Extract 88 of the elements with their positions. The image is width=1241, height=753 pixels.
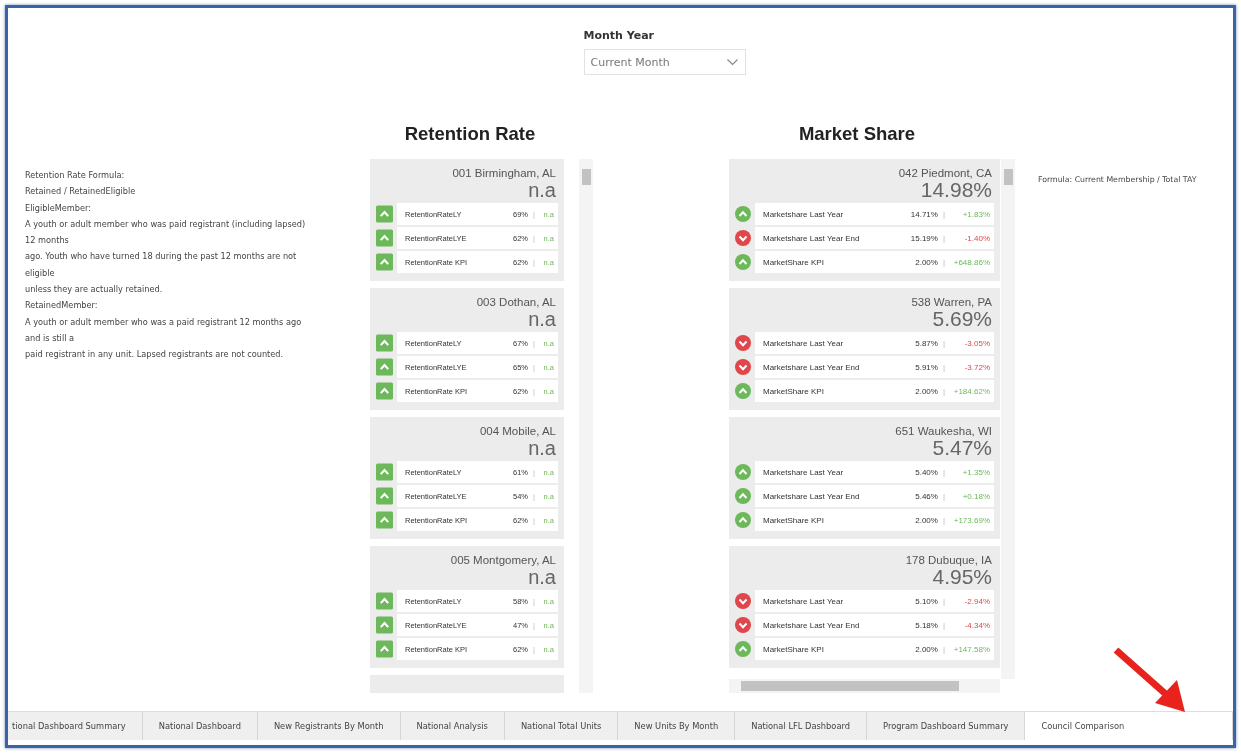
metric-value: 2.00% (915, 386, 938, 396)
metric-change: -1.40% (963, 233, 990, 243)
annotation-arrow (1113, 647, 1185, 712)
metric-label: MarketShare KPI (763, 386, 825, 396)
metric-value: 5.87% (915, 338, 938, 348)
card-title: 538 Warren, PA (910, 296, 993, 308)
card-title: 651 Waukesha, WI (894, 425, 993, 437)
metric-change: +1.35% (961, 467, 990, 477)
separator-text: | (942, 515, 945, 525)
kpi-value: n.a (527, 179, 557, 201)
metric-label: Marketshare Last Year (763, 209, 845, 219)
metric-label: MarketShare KPI (763, 515, 825, 525)
page-tab[interactable]: New Registrants By Month (257, 712, 401, 740)
caret-icon (725, 58, 739, 66)
kpi-value: 5.69% (931, 308, 993, 330)
kpi-value: n.a (527, 308, 557, 330)
metric-change: -3.72% (963, 362, 990, 372)
note-text: Retention Rate Formula: (25, 169, 126, 182)
metric-value: 5.10% (915, 596, 938, 606)
separator-text: | (942, 362, 945, 372)
note-text: EligibleMember: (25, 201, 92, 215)
separator-text: | (942, 644, 945, 654)
page-tab[interactable]: New Units By Month (618, 712, 736, 740)
page-tab[interactable]: National Analysis (400, 712, 505, 740)
page-tab[interactable]: National Total Units (504, 712, 619, 740)
panel-title: Retention Rate (404, 122, 537, 146)
metric-label: Marketshare Last Year End (763, 233, 861, 243)
metric-change: +147.58% (952, 644, 990, 654)
separator-text: | (942, 233, 945, 243)
vertical-scrollbar[interactable] (1001, 159, 1015, 679)
separator-text: | (942, 620, 945, 630)
metric-change: -4.34% (963, 620, 990, 630)
metric-change: +173.69% (952, 515, 990, 525)
metric-change: -3.05% (963, 338, 990, 348)
metric-label: Marketshare Last Year End (763, 491, 861, 501)
note-text: RetainedMember: (25, 299, 99, 313)
page-tab[interactable]: National Dashboard (142, 712, 258, 740)
panel-title: Market Share (798, 122, 917, 146)
metric-label: Marketshare Last Year (763, 596, 845, 606)
metric-change: +184.62% (952, 386, 990, 396)
vertical-scrollbar[interactable] (579, 159, 593, 693)
card-title: 178 Dubuque, IA (904, 554, 993, 566)
kpi-value: n.a (527, 437, 557, 459)
metric-value: 2.00% (915, 515, 938, 525)
separator-text: | (942, 338, 945, 348)
page-tab[interactable]: tional Dashboard Summary (8, 712, 143, 740)
separator-text: | (942, 209, 945, 219)
metric-change: +1.83% (961, 209, 990, 219)
note-text: Retained / RetainedEligible (25, 185, 137, 199)
metric-value: 5.46% (915, 491, 938, 501)
note-text: paid registrant in any unit. Lapsed registrants are not counted. (25, 348, 285, 362)
page-tab[interactable]: Council Comparison (1025, 712, 1233, 740)
note-text: unless they are actually retained. (25, 283, 164, 297)
metric-value: 15.19% (910, 233, 938, 243)
separator-text: | (942, 257, 945, 267)
kpi-value: 14.98% (919, 179, 993, 201)
kpi-value: n.a (527, 566, 557, 588)
metric-value: 5.91% (915, 362, 938, 372)
metric-label: MarketShare KPI (763, 644, 825, 654)
slicer-label: Month Year (583, 29, 655, 44)
metric-value: 2.00% (915, 644, 938, 654)
separator-text: | (942, 467, 945, 477)
metric-label: Marketshare Last Year End (763, 620, 861, 630)
card-title: 042 Piedmont, CA (897, 167, 993, 179)
page-tab[interactable]: National LFL Dashboard (735, 712, 868, 740)
kpi-value: 4.95% (932, 566, 993, 588)
kpi-value: 5.47% (932, 437, 993, 459)
metric-value: 2.00% (915, 257, 938, 267)
card-title: 004 Mobile, AL (478, 425, 557, 437)
metric-value: 5.40% (915, 467, 938, 477)
metric-value: 14.71% (910, 209, 938, 219)
horizontal-scrollbar[interactable] (729, 679, 1000, 693)
metric-value: 5.18% (915, 620, 938, 630)
metric-label: Marketshare Last Year (763, 467, 845, 477)
card-title: 005 Montgomery, AL (449, 554, 557, 566)
page-tab[interactable]: Program Dashboard Summary (867, 712, 1026, 740)
separator-text: | (942, 596, 945, 606)
metric-change: +648.86% (952, 257, 990, 267)
metric-change: -2.94% (963, 596, 990, 606)
separator-text: | (942, 386, 945, 396)
separator-text: | (942, 491, 945, 501)
month-year-dropdown[interactable]: Current Month (583, 49, 746, 75)
card-title: 003 Dothan, AL (475, 296, 557, 308)
metric-label: Marketshare Last Year End (763, 362, 861, 372)
metric-label: Marketshare Last Year (763, 338, 845, 348)
card-title: 001 Birmingham, AL (451, 167, 557, 179)
metric-label: MarketShare KPI (763, 257, 825, 267)
metric-change: +0.18% (961, 491, 990, 501)
